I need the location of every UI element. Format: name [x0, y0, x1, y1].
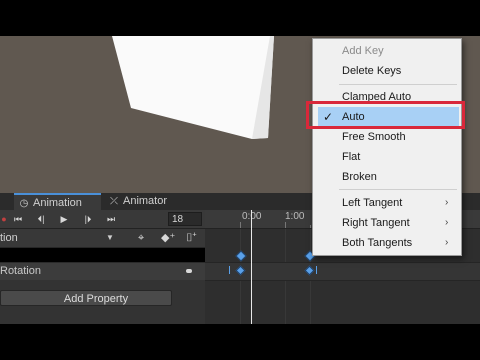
skip-end-icon[interactable]: ⏭	[103, 212, 119, 226]
property-row-rotation[interactable]: Rotation	[0, 262, 205, 281]
next-key-icon[interactable]: |⏵	[80, 212, 96, 226]
dropdown-arrow-icon[interactable]: ▼	[106, 229, 114, 247]
keyframe-summary-start[interactable]	[235, 250, 247, 262]
property-label: Rotation	[0, 265, 41, 277]
keyframe-context-menu: Add Key Delete Keys Clamped Auto ✓ Auto F…	[312, 38, 462, 256]
ruler-label-1: 1:00	[285, 211, 305, 222]
ruler-tick	[285, 222, 286, 228]
frame-field[interactable]: 18	[168, 212, 202, 226]
animation-toolbar: ● ⏮ ⏴| ▶ |⏵ ⏭ 18	[0, 210, 205, 229]
menu-item-delete-keys[interactable]: Delete Keys	[313, 61, 461, 81]
menu-item-right-tangent[interactable]: Right Tangent ›	[313, 213, 461, 233]
add-keyframe-icon[interactable]: ⌖	[138, 229, 144, 247]
ruler-tick	[310, 225, 311, 228]
menu-item-flat[interactable]: Flat	[313, 147, 461, 167]
ruler-tick	[240, 222, 241, 228]
keyframe-bar	[229, 266, 230, 274]
chevron-right-icon: ›	[445, 237, 449, 248]
chevron-right-icon: ›	[445, 217, 449, 228]
screenshot-frame: ◷ Animation ⤫ Animator ● ⏮ ⏴| ▶ |⏵ ⏭ 18 ti…	[0, 0, 480, 360]
clip-dropdown[interactable]: tion	[0, 229, 18, 247]
highlight-box	[306, 101, 465, 129]
letterbox-bottom	[0, 324, 480, 360]
animator-icon: ⤫	[110, 196, 118, 207]
prev-key-icon[interactable]: ⏴|	[33, 212, 49, 226]
menu-item-left-tangent[interactable]: Left Tangent ›	[313, 193, 461, 213]
menu-item-both-tangents[interactable]: Both Tangents ›	[313, 233, 461, 253]
menu-separator	[339, 189, 457, 190]
clip-selector-row: tion ▼ ⌖ ◆⁺ ⌷⁺	[0, 229, 205, 248]
menu-item-free-smooth[interactable]: Free Smooth	[313, 127, 461, 147]
add-event-icon[interactable]: ◆⁺	[161, 229, 175, 247]
add-marker-icon[interactable]: ⌷⁺	[186, 229, 196, 247]
property-options-icon[interactable]	[186, 269, 192, 273]
add-property-button[interactable]: Add Property	[0, 290, 172, 306]
tab-animation[interactable]: ◷ Animation	[14, 193, 101, 210]
play-icon[interactable]: ▶	[56, 212, 72, 226]
keyframe-bar	[316, 266, 317, 274]
menu-item-add-key: Add Key	[342, 45, 384, 57]
playhead[interactable]	[251, 210, 252, 324]
menu-separator	[339, 84, 457, 85]
menu-item-broken[interactable]: Broken	[313, 167, 461, 187]
tab-animator[interactable]: ⤫ Animator	[108, 193, 188, 210]
skip-start-icon[interactable]: ⏮	[10, 212, 26, 226]
chevron-right-icon: ›	[445, 197, 449, 208]
letterbox-top	[0, 0, 480, 36]
rotation-track	[205, 262, 480, 281]
